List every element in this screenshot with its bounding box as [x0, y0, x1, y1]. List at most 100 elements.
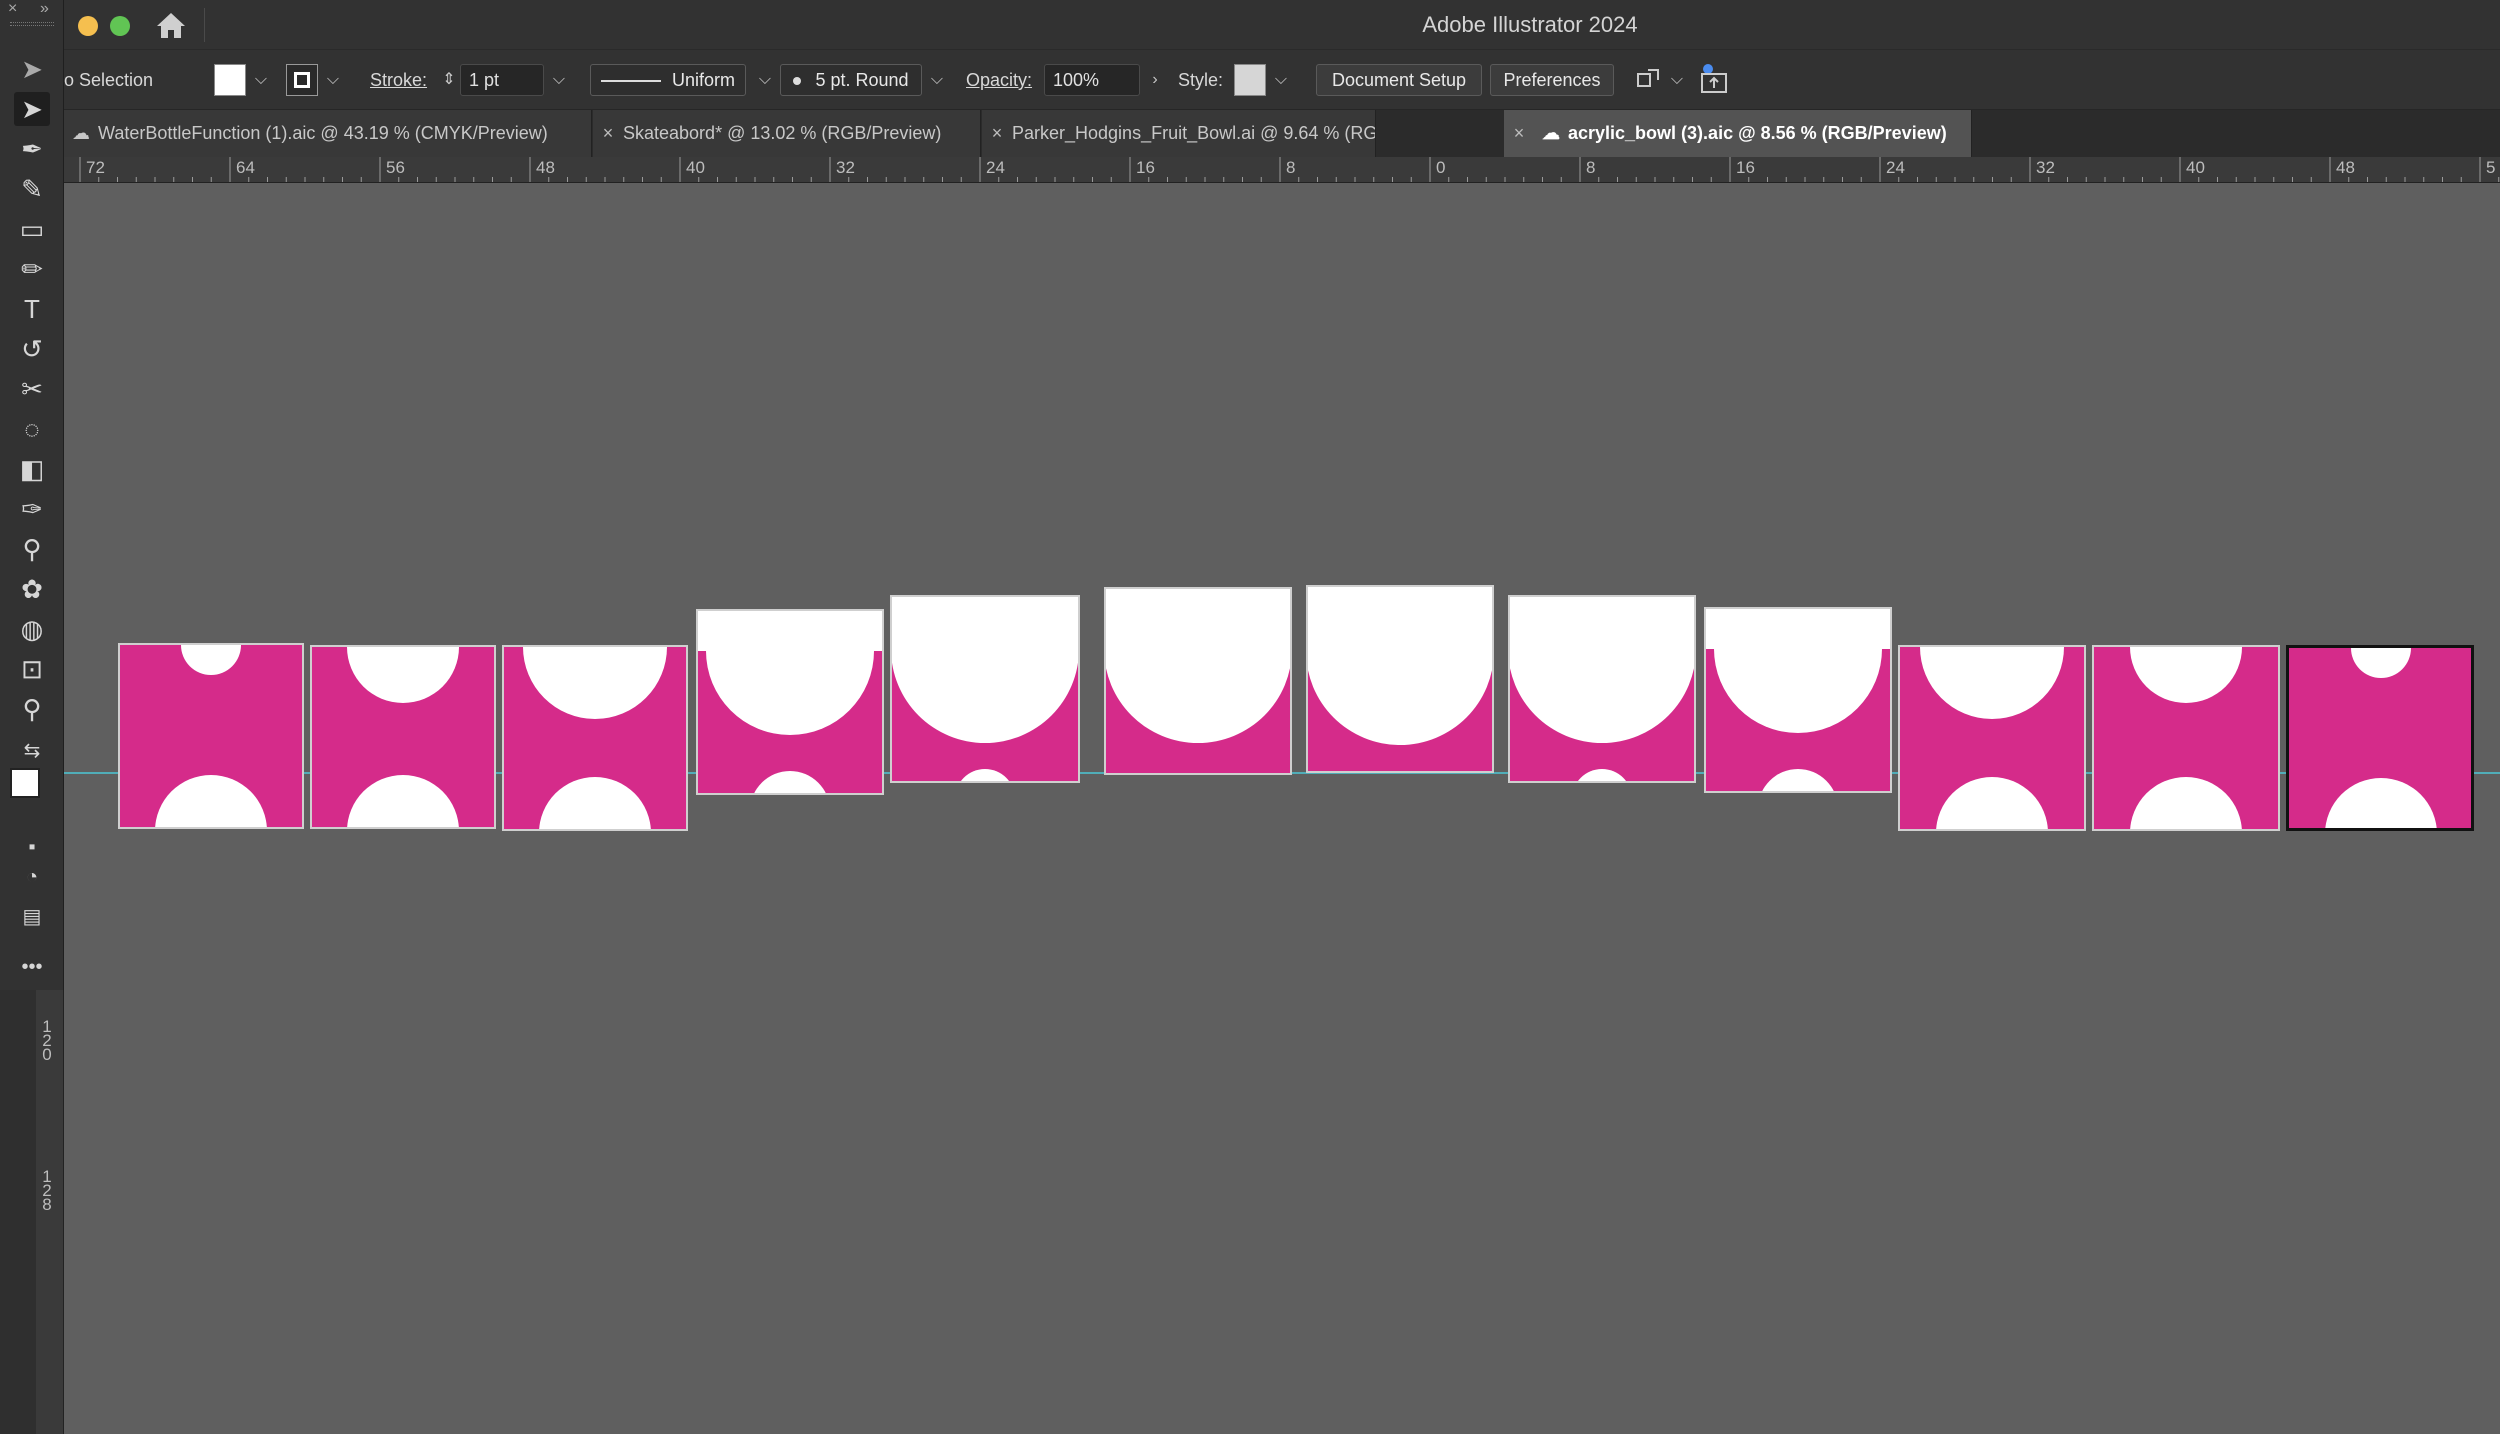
- tab-label: Skateabord* @ 13.02 % (RGB/Preview): [623, 123, 942, 143]
- arrange-icon[interactable]: [1634, 66, 1662, 94]
- close-icon[interactable]: ×: [1504, 110, 1534, 157]
- artboard[interactable]: [310, 645, 496, 829]
- pencil-tool-icon[interactable]: ✏: [14, 252, 50, 286]
- tab-label: WaterBottleFunction (1).aic @ 43.19 % (C…: [98, 123, 548, 143]
- ruler-label: 32: [2036, 158, 2055, 177]
- artboard-cutout: [1572, 769, 1632, 781]
- ruler-label: 48: [536, 158, 555, 177]
- artboard[interactable]: [696, 609, 884, 795]
- shape-builder-tool-icon[interactable]: ◍: [14, 612, 50, 646]
- pen-tool-icon[interactable]: ✒: [14, 132, 50, 166]
- style-swatch[interactable]: [1234, 64, 1266, 96]
- document-setup-button[interactable]: Document Setup: [1316, 64, 1482, 96]
- tab-waterbottlefunction[interactable]: ☁ WaterBottleFunction (1).aic @ 43.19 % (…: [64, 110, 592, 157]
- symbol-sprayer-tool-icon[interactable]: ✿: [14, 572, 50, 606]
- artboard[interactable]: [118, 643, 304, 829]
- artboard[interactable]: [1704, 607, 1892, 793]
- zoom-tool-icon[interactable]: ⚲: [14, 692, 50, 726]
- left-dock-strip: [0, 990, 36, 1434]
- screen-mode-icon[interactable]: ▤: [14, 900, 50, 934]
- preferences-button[interactable]: Preferences: [1490, 64, 1614, 96]
- rectangle-tool-icon[interactable]: ▭: [14, 212, 50, 246]
- tab-skateboard[interactable]: × Skateabord* @ 13.02 % (RGB/Preview): [593, 110, 981, 157]
- artboard-tool-icon[interactable]: ⊡: [14, 652, 50, 686]
- brush-select[interactable]: 5 pt. Round: [780, 64, 922, 96]
- artboard[interactable]: [2286, 645, 2474, 831]
- artboard[interactable]: [2092, 645, 2280, 831]
- stroke-profile-chevron-icon[interactable]: ⌵: [754, 64, 776, 96]
- title-bar: Adobe Illustrator 2024: [0, 0, 2500, 50]
- panel-grip[interactable]: [10, 22, 54, 26]
- stroke-stepper-icon[interactable]: ⇕: [438, 64, 460, 96]
- stroke-line-icon: [601, 80, 661, 82]
- stroke-label[interactable]: Stroke:: [370, 64, 427, 96]
- artboard[interactable]: [890, 595, 1080, 783]
- close-icon[interactable]: ×: [593, 110, 623, 157]
- collapse-panel-icon[interactable]: ×: [8, 0, 17, 18]
- tab-acrylic-bowl[interactable]: × ☁ acrylic_bowl (3).aic @ 8.56 % (RGB/Pre…: [1504, 110, 1972, 157]
- style-chevron-icon[interactable]: ⌵: [1270, 64, 1292, 96]
- vertical-ruler-label: 1 2 0: [42, 1017, 52, 1064]
- fill-color-swatch[interactable]: [10, 768, 40, 798]
- artboard-cutout: [1758, 769, 1838, 791]
- artboard-cutout: [155, 775, 267, 827]
- stroke-weight-field[interactable]: 1 pt: [460, 64, 544, 96]
- blend-tool-icon[interactable]: ⚲: [14, 532, 50, 566]
- ruler-label: 40: [2186, 158, 2205, 177]
- cloud-icon: ☁: [1542, 123, 1560, 143]
- opacity-label[interactable]: Opacity:: [966, 64, 1032, 96]
- vertical-ruler-label: 1 2 8: [42, 1167, 52, 1214]
- gradient-tool-icon[interactable]: ◧: [14, 452, 50, 486]
- artboard-cutout: [2325, 778, 2437, 828]
- direct-selection-tool-icon[interactable]: ➤: [14, 92, 50, 126]
- artboard[interactable]: [1104, 587, 1292, 775]
- share-icon[interactable]: [1698, 62, 1730, 96]
- ruler-label: 72: [86, 158, 105, 177]
- artboard[interactable]: [502, 645, 688, 831]
- stroke-swatch-chevron-icon[interactable]: ⌵: [322, 64, 344, 96]
- artboard[interactable]: [1508, 595, 1696, 783]
- tab-label: Parker_Hodgins_Fruit_Bowl.ai @ 9.64 % (R…: [1012, 123, 1376, 143]
- ruler-label: 8: [1286, 158, 1296, 177]
- stroke-weight-chevron-icon[interactable]: ⌵: [548, 64, 570, 96]
- swap-fill-stroke-icon[interactable]: ⇆: [14, 734, 50, 768]
- stroke-profile-select[interactable]: Uniform: [590, 64, 746, 96]
- scissors-tool-icon[interactable]: ✂: [14, 372, 50, 406]
- rotate-tool-icon[interactable]: ↺: [14, 332, 50, 366]
- eyedropper-tool-icon[interactable]: ✑: [14, 492, 50, 526]
- opacity-field[interactable]: 100%: [1044, 64, 1140, 96]
- horizontal-ruler[interactable]: 72 64 56 48 40 32 24 16 8 0 8 16 24 32 40 48 5: [64, 157, 2500, 183]
- selection-label: o Selection: [64, 70, 154, 90]
- ruler-label: 24: [986, 158, 1005, 177]
- opacity-arrow-icon[interactable]: ›: [1144, 64, 1166, 96]
- more-tools-icon[interactable]: •••: [14, 950, 50, 984]
- selection-tool-icon[interactable]: ➤: [14, 52, 50, 86]
- stroke-swatch-icon: [294, 72, 310, 88]
- artboard[interactable]: [1306, 585, 1494, 773]
- curvature-tool-icon[interactable]: ✎: [14, 172, 50, 206]
- artboard-cutout: [2130, 777, 2242, 829]
- ruler-label: 48: [2336, 158, 2355, 177]
- fill-dropdown-chevron-icon[interactable]: ⌵: [250, 64, 272, 96]
- brush-chevron-icon[interactable]: ⌵: [926, 64, 948, 96]
- tools-panel: × » ➤ ➤ ✒ ✎ ▭ ✏ T ↺ ✂ ◌ ◧ ✑ ⚲ ✿ ◍ ⊡ ⚲ ⇆ ▪ ◔ ▤ •••: [0, 0, 64, 990]
- artboard-cutout: [1510, 597, 1694, 743]
- ruler-label: 8: [1586, 158, 1596, 177]
- document-tab-bar: ☁ WaterBottleFunction (1).aic @ 43.19 % (…: [64, 110, 2500, 157]
- expand-panel-icon[interactable]: »: [40, 0, 49, 18]
- tab-fruit-bowl[interactable]: × Parker_Hodgins_Fruit_Bowl.ai @ 9.64 % (…: [982, 110, 1376, 157]
- lasso-tool-icon[interactable]: ◌: [14, 412, 50, 446]
- fill-swatch[interactable]: [214, 64, 246, 96]
- brush-dot-icon: [793, 77, 801, 85]
- close-icon[interactable]: ×: [982, 110, 1012, 157]
- draw-mode-icon[interactable]: ◔: [14, 860, 50, 894]
- canvas[interactable]: [64, 183, 2500, 1434]
- color-mode-icon[interactable]: ▪: [14, 830, 50, 864]
- type-tool-icon[interactable]: T: [14, 292, 50, 326]
- ruler-label: 40: [686, 158, 705, 177]
- artboard-cutout: [2130, 647, 2242, 703]
- arrange-chevron-icon[interactable]: ⌵: [1666, 64, 1688, 96]
- artboard-cutout: [523, 647, 667, 719]
- stroke-swatch[interactable]: [286, 64, 318, 96]
- artboard[interactable]: [1898, 645, 2086, 831]
